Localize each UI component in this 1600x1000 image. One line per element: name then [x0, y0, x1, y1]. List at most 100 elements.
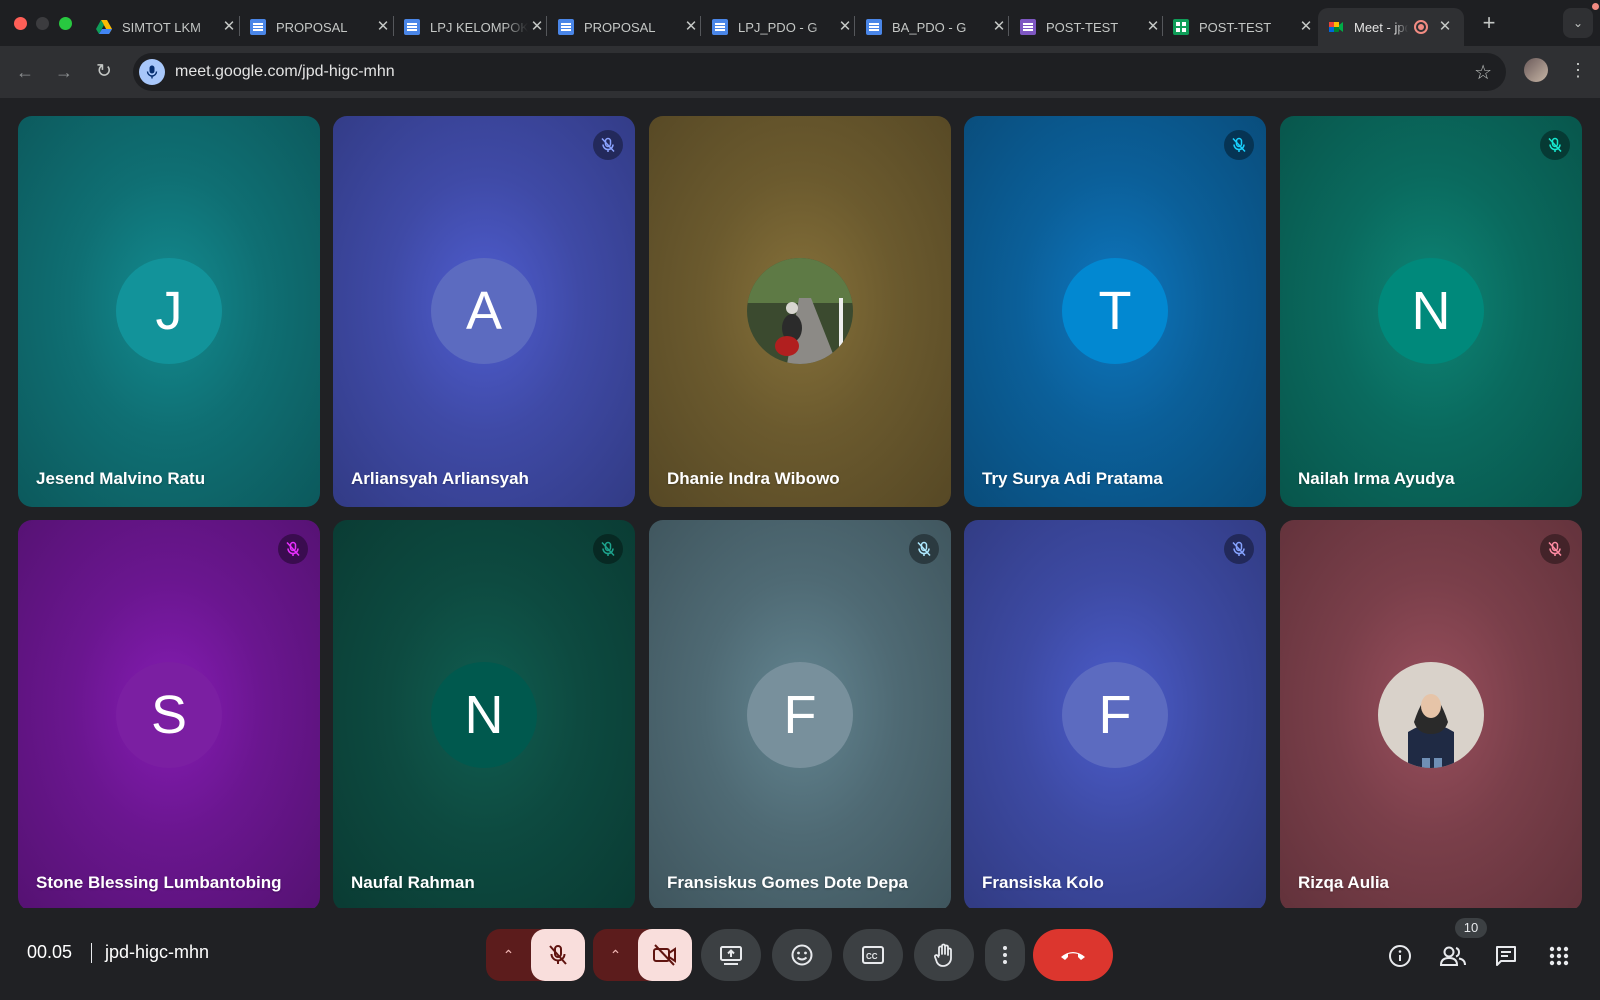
forward-arrow-icon[interactable]: →	[51, 59, 77, 85]
tab-title: POST-TEST	[1046, 19, 1119, 35]
participant-avatar: T	[1062, 258, 1168, 364]
hang-up-icon	[1061, 952, 1085, 960]
activities-button[interactable]	[1539, 936, 1579, 976]
camera-off-button[interactable]	[637, 929, 692, 981]
participant-tile[interactable]: N Nailah Irma Ayudya	[1280, 116, 1582, 507]
participant-name: Fransiska Kolo	[982, 873, 1104, 892]
tab-title: Meet - jpd	[1354, 19, 1408, 35]
browser-tab-8[interactable]: POST-TEST ✕	[1173, 8, 1325, 46]
participant-avatar: S	[116, 662, 222, 768]
browser-tab-2[interactable]: PROPOSAL ✕	[250, 8, 402, 46]
new-tab-button[interactable]: +	[1476, 11, 1502, 37]
video-options-chevron-icon[interactable]: ⌃	[594, 929, 638, 981]
close-icon[interactable]: ✕	[1297, 18, 1315, 36]
more-vert-icon	[1003, 946, 1007, 964]
browser-tab-4[interactable]: PROPOSAL ✕	[558, 8, 710, 46]
tab-title: SIMTOT LKM	[122, 19, 201, 35]
participant-name: Arliansyah Arliansyah	[351, 469, 529, 488]
muted-mic-icon	[1224, 130, 1254, 160]
muted-mic-icon	[1540, 534, 1570, 564]
participant-avatar: F	[1062, 662, 1168, 768]
participant-avatar: J	[116, 258, 222, 364]
audio-options-chevron-icon[interactable]: ⌃	[487, 929, 531, 981]
tab-title: LPJ_PDO - G	[738, 19, 818, 35]
people-icon	[1439, 946, 1466, 966]
browser-toolbar: ← → ↻ meet.google.com/jpd-higc-mhn ☆	[0, 46, 1600, 98]
browser-tab-3[interactable]: LPJ KELOMPOK ✕	[404, 8, 556, 46]
participant-photo	[747, 258, 853, 364]
microphone-control-group: ⌃	[486, 929, 585, 981]
tab-title: POST-TEST	[1199, 19, 1272, 35]
browser-menu-icon[interactable]: ⋮	[1568, 58, 1588, 82]
close-icon[interactable]: ✕	[990, 18, 1008, 36]
close-icon[interactable]: ✕	[682, 18, 700, 36]
meeting-code: jpd-higc-mhn	[105, 942, 210, 962]
leave-call-button[interactable]	[1033, 929, 1113, 981]
participant-count-badge: 10	[1455, 918, 1487, 938]
more-options-button[interactable]	[985, 929, 1025, 981]
tab-title: PROPOSAL	[276, 19, 348, 35]
participant-name: Rizqa Aulia	[1298, 873, 1389, 892]
participant-grid: J Jesend Malvino Ratu A Arliansyah Arlia…	[0, 98, 1600, 911]
participant-tile[interactable]: Rizqa Aulia	[1280, 520, 1582, 911]
close-icon[interactable]: ✕	[836, 18, 854, 36]
participant-tile[interactable]: J Jesend Malvino Ratu	[18, 116, 320, 507]
present-screen-icon	[720, 946, 742, 965]
participant-tile[interactable]: Dhanie Indra Wibowo	[649, 116, 951, 507]
microphone-in-use-icon[interactable]	[139, 59, 165, 85]
participant-tile[interactable]: S Stone Blessing Lumbantobing	[18, 520, 320, 911]
window-minimize-button[interactable]	[36, 17, 49, 30]
recording-icon	[1414, 20, 1428, 34]
browser-tab-6[interactable]: BA_PDO - G ✕	[866, 8, 1018, 46]
chat-button[interactable]	[1486, 936, 1526, 976]
close-icon[interactable]: ✕	[1436, 18, 1454, 36]
bookmark-star-icon[interactable]: ☆	[1474, 60, 1492, 85]
microphone-off-button[interactable]	[530, 929, 585, 981]
browser-tab-7[interactable]: POST-TEST ✕	[1020, 8, 1172, 46]
google-drive-icon	[96, 19, 112, 35]
browser-tab-1[interactable]: SIMTOT LKM ✕	[96, 8, 248, 46]
profile-avatar[interactable]	[1524, 58, 1548, 82]
participant-tile[interactable]: T Try Surya Adi Pratama	[964, 116, 1266, 507]
hand-icon	[934, 943, 952, 967]
window-maximize-button[interactable]	[59, 17, 72, 30]
participant-avatar: F	[747, 662, 853, 768]
participant-name: Nailah Irma Ayudya	[1298, 469, 1455, 488]
meeting-clock: 00.05	[27, 942, 73, 962]
reactions-button[interactable]	[772, 929, 832, 981]
people-button[interactable]	[1433, 936, 1473, 976]
captions-button[interactable]: CC	[843, 929, 903, 981]
participant-tile[interactable]: F Fransiskus Gomes Dote Depa	[649, 520, 951, 911]
reload-icon[interactable]: ↻	[91, 59, 117, 85]
participant-tile[interactable]: F Fransiska Kolo	[964, 520, 1266, 911]
participant-name: Fransiskus Gomes Dote Depa	[667, 873, 908, 892]
google-docs-icon	[866, 19, 882, 35]
google-docs-icon	[558, 19, 574, 35]
close-icon[interactable]: ✕	[1144, 18, 1162, 36]
camera-off-icon	[652, 944, 676, 966]
divider	[91, 943, 92, 963]
participant-name: Try Surya Adi Pratama	[982, 469, 1163, 488]
window-close-button[interactable]	[14, 17, 27, 30]
tab-search-button[interactable]: ⌄	[1563, 8, 1593, 38]
close-icon[interactable]: ✕	[528, 18, 546, 36]
close-icon[interactable]: ✕	[220, 18, 238, 36]
present-screen-button[interactable]	[701, 929, 761, 981]
tab-title: BA_PDO - G	[892, 19, 967, 35]
browser-tab-5[interactable]: LPJ_PDO - G ✕	[712, 8, 864, 46]
google-forms-icon	[1020, 19, 1036, 35]
close-icon[interactable]: ✕	[374, 18, 392, 36]
meeting-details-button[interactable]	[1380, 936, 1420, 976]
participant-name: Dhanie Indra Wibowo	[667, 469, 840, 488]
url-text: meet.google.com/jpd-higc-mhn	[175, 63, 395, 80]
browser-tab-meet[interactable]: Meet - jpd ✕	[1318, 8, 1464, 46]
google-sheets-icon	[1173, 19, 1189, 35]
address-bar[interactable]: meet.google.com/jpd-higc-mhn ☆	[133, 53, 1506, 91]
back-arrow-icon[interactable]: ←	[12, 59, 38, 85]
participant-tile[interactable]: N Naufal Rahman	[333, 520, 635, 911]
google-docs-icon	[250, 19, 266, 35]
captions-icon: CC	[862, 946, 884, 964]
participant-tile[interactable]: A Arliansyah Arliansyah	[333, 116, 635, 507]
camera-control-group: ⌃	[593, 929, 692, 981]
raise-hand-button[interactable]	[914, 929, 974, 981]
